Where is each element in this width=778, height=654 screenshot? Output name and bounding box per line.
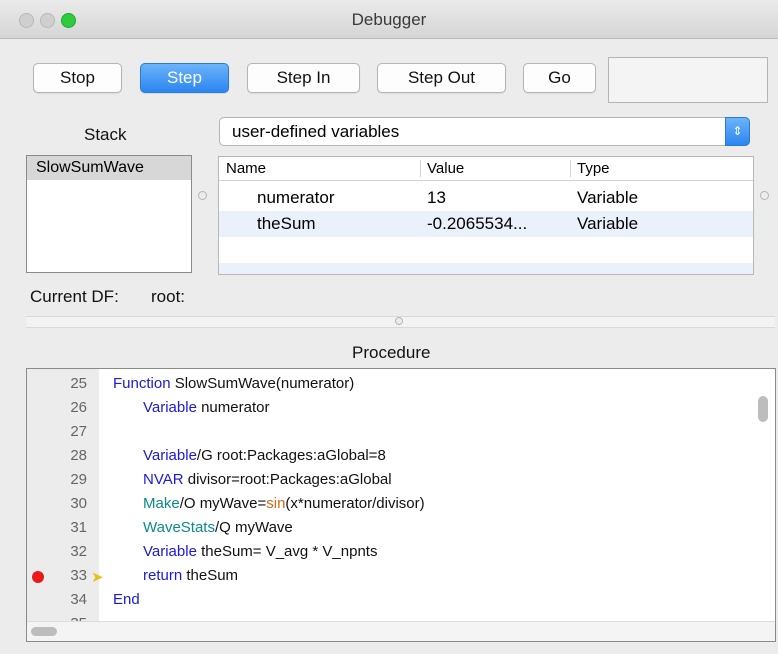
window-title: Debugger bbox=[351, 10, 427, 29]
procedure-label: Procedure bbox=[352, 343, 431, 362]
stack-splitter-handle[interactable] bbox=[198, 191, 207, 200]
code-line: Variable/G root:Packages:aGlobal=8 bbox=[143, 447, 386, 464]
code-line: Variable theSum= V_avg * V_npnts bbox=[143, 543, 378, 560]
debugger-window: Debugger Stop Step Step In Step Out Go S… bbox=[0, 0, 778, 654]
title-bar: Debugger bbox=[0, 0, 778, 39]
line-number: 30 bbox=[70, 495, 87, 512]
step-in-button[interactable]: Step In bbox=[247, 63, 360, 93]
stack-item[interactable]: SlowSumWave bbox=[27, 156, 191, 180]
variables-selector[interactable]: user-defined variables ⇕ bbox=[219, 117, 750, 146]
line-number: 31 bbox=[70, 519, 87, 536]
line-number: 28 bbox=[70, 447, 87, 464]
procedure-code-editor[interactable]: 25 26 27 28 29 30 31 32 33 34 35 ➤ Funct… bbox=[26, 368, 776, 642]
line-number: 25 bbox=[70, 375, 87, 392]
variables-table[interactable]: Name Value Type numerator 13 Variable th… bbox=[218, 156, 754, 275]
code-line: Make/O myWave=sin(x*numerator/divisor) bbox=[143, 495, 425, 512]
step-out-button[interactable]: Step Out bbox=[377, 63, 506, 93]
code-line: Variable numerator bbox=[143, 399, 270, 416]
line-number: 29 bbox=[70, 471, 87, 488]
go-button[interactable]: Go bbox=[523, 63, 596, 93]
variables-splitter-handle[interactable] bbox=[760, 191, 769, 200]
variable-name: numerator bbox=[257, 188, 335, 207]
table-row[interactable]: theSum -0.2065534... Variable bbox=[219, 211, 753, 237]
line-number: 26 bbox=[70, 399, 87, 416]
current-df-label: Current DF: bbox=[30, 287, 119, 306]
line-number: 33 bbox=[70, 567, 87, 584]
horizontal-scrollbar[interactable] bbox=[27, 621, 775, 641]
popup-stepper-icon[interactable]: ⇕ bbox=[725, 117, 750, 146]
line-number-gutter[interactable]: 25 26 27 28 29 30 31 32 33 34 35 bbox=[27, 369, 99, 641]
code-line: NVAR divisor=root:Packages:aGlobal bbox=[143, 471, 392, 488]
variable-type: Variable bbox=[577, 214, 639, 233]
column-divider bbox=[420, 160, 421, 177]
column-header-name[interactable]: Name bbox=[226, 157, 266, 180]
breakpoint-icon[interactable] bbox=[32, 571, 44, 583]
column-divider bbox=[570, 160, 571, 177]
stack-label: Stack bbox=[84, 125, 127, 144]
step-button[interactable]: Step bbox=[140, 63, 229, 93]
vertical-scrollbar[interactable] bbox=[758, 396, 768, 422]
code-line: WaveStats/Q myWave bbox=[143, 519, 293, 536]
code-line: return theSum bbox=[143, 567, 239, 584]
column-header-type[interactable]: Type bbox=[577, 157, 610, 180]
table-row[interactable]: numerator 13 Variable bbox=[219, 185, 753, 211]
code-line: Function SlowSumWave(numerator) bbox=[113, 375, 355, 392]
code-line: End bbox=[113, 591, 140, 608]
variable-value: -0.2065534... bbox=[427, 214, 528, 233]
variable-value: 13 bbox=[427, 188, 446, 207]
current-line-arrow-icon: ➤ bbox=[91, 569, 104, 586]
variables-selector-value: user-defined variables bbox=[232, 122, 400, 141]
pane-splitter[interactable] bbox=[26, 316, 775, 328]
stop-button[interactable]: Stop bbox=[33, 63, 122, 93]
variables-table-header: Name Value Type bbox=[219, 157, 753, 181]
current-df-value: root: bbox=[151, 287, 186, 306]
splitter-handle[interactable] bbox=[395, 317, 403, 325]
column-header-value[interactable]: Value bbox=[427, 157, 464, 180]
line-number: 34 bbox=[70, 591, 87, 608]
stack-list[interactable]: SlowSumWave bbox=[26, 155, 192, 273]
horizontal-scroll-thumb[interactable] bbox=[31, 627, 57, 636]
line-number: 27 bbox=[70, 423, 87, 440]
variable-type: Variable bbox=[577, 188, 639, 207]
line-number: 32 bbox=[70, 543, 87, 560]
variable-name: theSum bbox=[257, 214, 316, 233]
status-field bbox=[608, 57, 768, 103]
table-row-empty bbox=[219, 263, 753, 274]
